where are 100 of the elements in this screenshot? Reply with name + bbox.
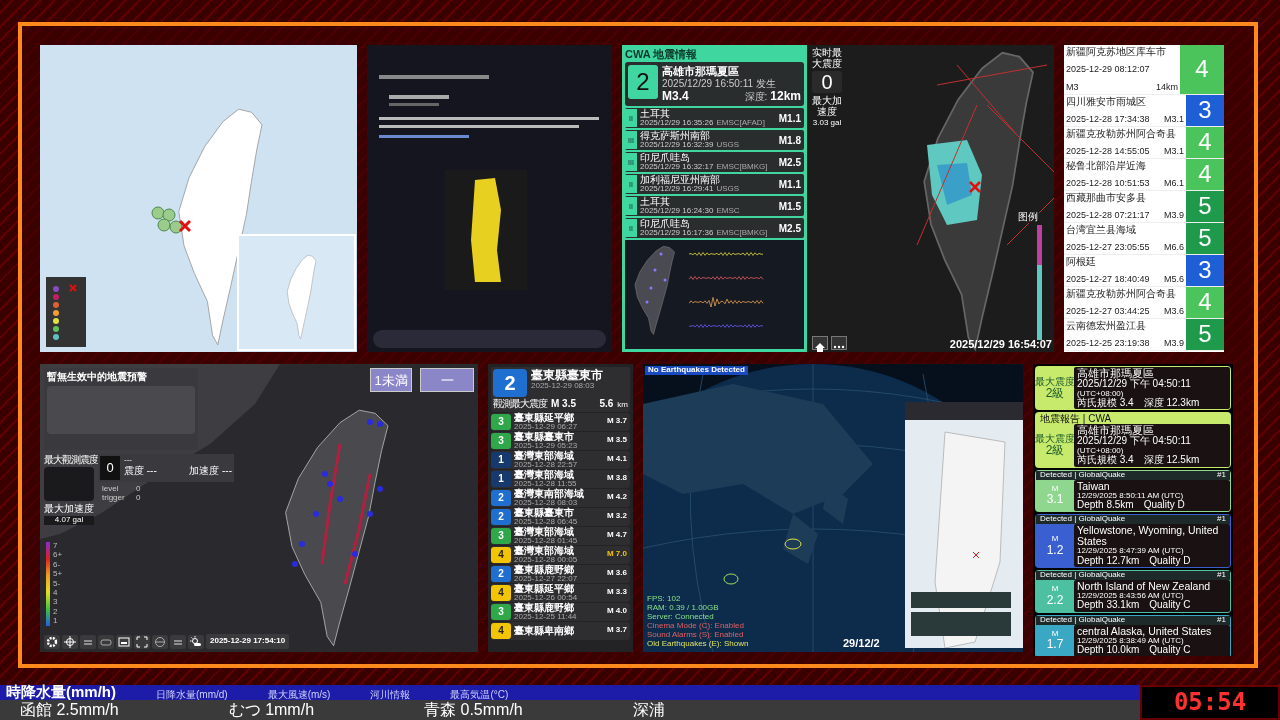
intensity-badge: 4 (491, 622, 511, 639)
toolbar-button[interactable] (44, 634, 60, 649)
quake-row[interactable]: 新疆阿克苏地区库车市 2025-12-29 08:12:07 M3 14km 4 (1064, 45, 1224, 95)
place-text: 臺東縣卑南鄉 (514, 625, 574, 636)
expand-icon (136, 635, 148, 648)
time-text: 2025-12-28 00:05 (514, 555, 578, 564)
time-text: 2025/12/29 16:32:39 (640, 141, 714, 151)
quake-row[interactable]: 4 臺灣東部海域 2025-12-28 00:05 M 7.0 (491, 545, 630, 564)
time-text: 2025-12-27 22:07 (514, 574, 578, 583)
scale-label: 1 (53, 617, 59, 626)
ticker-header[interactable]: 日降水量(mm/d) (156, 689, 228, 700)
intensity-badge: 5 (1186, 223, 1224, 254)
time-text: 2025-12-25 23:19:38 (1066, 339, 1150, 349)
ticker-text: 深浦 (632, 701, 665, 719)
quake-row[interactable]: 新疆克孜勒苏州阿合奇县 2025-12-27 03:44:25 M3.6 4 (1064, 287, 1224, 319)
magnitude-text: M6.6 (1164, 243, 1184, 253)
intensity-badge: 5 (1186, 319, 1224, 350)
magnitude-text: M2.5 (778, 222, 801, 234)
depth-text: 12km (770, 90, 801, 104)
time-text: 2025/12/29 16:29:41 (640, 185, 714, 195)
quake-row[interactable]: 秘鲁北部沿岸近海 2025-12-28 10:51:53 M6.1 4 (1064, 159, 1224, 191)
sun-cloud-icon (190, 635, 202, 648)
intensity-badge: 4 (1186, 159, 1224, 190)
quake-row[interactable]: 1 臺灣東部海域 2025-12-28 22:57 M 4.1 (491, 450, 630, 469)
detail-text: Depth 10.0km Quality C (1077, 645, 1192, 656)
place-text: 新疆克孜勒苏州阿合奇县 (1066, 128, 1177, 139)
place-text: 臺灣東部海域 (514, 450, 574, 461)
magnitude-text: M 3.3 (607, 588, 627, 598)
detail-text: 12/29/2025 8:47:39 AM (UTC) (1077, 547, 1185, 556)
quake-row[interactable]: 4 臺東縣卑南鄉 M 3.7 (491, 621, 630, 640)
home-button[interactable] (812, 336, 828, 350)
observed-box (44, 467, 94, 501)
quake-row[interactable]: 3 臺灣東部海域 2025-12-28 01:45 M 4.7 (491, 526, 630, 545)
intensity-badge: 1 (491, 451, 511, 468)
reply-field[interactable] (373, 330, 606, 348)
accel-label: 加速度 --- (189, 464, 232, 476)
place-text: North Island of New Zealand (1077, 580, 1212, 592)
ticker-header[interactable]: 最高気温(°C) (450, 689, 509, 700)
more-button[interactable] (831, 336, 847, 350)
place-text: 土耳其 (640, 108, 671, 120)
magnitude-text: M3 (1066, 83, 1079, 93)
side-value: 3.1 (1046, 493, 1064, 507)
magnitude-text: M3.4 (662, 90, 689, 104)
time-text: 2025-12-28 11:55 (514, 479, 577, 488)
magnitude-text: M 3.2 (607, 512, 627, 522)
ticker-header[interactable]: 時降水量(mm/h) (6, 683, 116, 700)
source-text: EMSC[BMKG] (716, 163, 768, 173)
magnitude-text: M1.1 (778, 112, 801, 124)
side-value: 2級 (1045, 444, 1065, 458)
quake-row[interactable]: 2 臺灣東南部海域 2025-12-28 08:03 M 4.2 (491, 488, 630, 507)
magnitude-text: M 3.5 (607, 436, 627, 446)
quake-row[interactable]: 2 臺東縣鹿野鄉 2025-12-27 22:07 M 3.6 (491, 564, 630, 583)
place-text: 臺東縣臺東市 (514, 507, 574, 518)
timestamp-text: 2025/12/29 16:54:07 (949, 337, 1052, 350)
ticker-header[interactable]: 河川情報 (370, 689, 411, 700)
epicenter-cross-icon (178, 219, 192, 233)
ticker-header[interactable]: 最大風速(m/s) (267, 689, 331, 700)
count-value: 0 (100, 456, 120, 480)
toolbar-button[interactable] (188, 634, 204, 649)
card-header: Detected | GlobalQuake (1040, 515, 1126, 525)
magnitude-text: M 3.7 (607, 417, 627, 427)
place-text: 阿根廷 (1066, 256, 1097, 267)
side-value: 1.2 (1046, 543, 1064, 557)
side-label: 最大震度 (1035, 376, 1075, 388)
depth-unit: km (617, 401, 628, 410)
quake-row[interactable]: 西藏那曲市安多县 2025-12-28 07:21:17 M3.9 5 (1064, 191, 1224, 223)
quake-row[interactable]: 2 臺東縣臺東市 2025-12-28 06:45 M 3.2 (491, 507, 630, 526)
detail-text: (UTC+08:00) (1077, 446, 1125, 455)
rank-text: #1 (1217, 470, 1226, 480)
quake-row[interactable]: 台湾宜兰县海域 2025-12-27 23:05:55 M6.6 5 (1064, 223, 1224, 255)
quake-row[interactable]: 云南德宏州盈江县 2025-12-25 23:19:38 M3.9 5 (1064, 319, 1224, 351)
card-header: Detected | GlobalQuake (1040, 470, 1126, 480)
quake-row[interactable]: 1 臺灣東部海域 2025-12-28 11:55 M 3.8 (491, 469, 630, 488)
toolbar-button[interactable] (116, 634, 132, 649)
max-accel-value: 4.07 gal (44, 516, 94, 525)
quake-row[interactable]: 四川雅安市雨城区 2025-12-28 17:34:38 M3.1 3 (1064, 95, 1224, 127)
quake-row[interactable]: 4 臺東縣延平鄉 2025-12-26 00:54 M 3.3 (491, 583, 630, 602)
toolbar-button[interactable] (62, 634, 78, 649)
side-value: 2.2 (1046, 593, 1064, 607)
magnitude-text: M2.5 (778, 156, 801, 168)
source-text: EMSC (716, 207, 740, 217)
quake-row[interactable]: 阿根廷 2025-12-27 18:40:49 M5.6 3 (1064, 255, 1224, 287)
time-text: 2025-12-29 06:27 (514, 422, 578, 431)
trigger-value: 0 (136, 493, 142, 503)
source-text: EMSC[AFAD] (716, 119, 765, 129)
detail-text: 芮氏規模 3.4 深度 12.5km (1077, 455, 1201, 466)
ticker-text: 函館 2.5mm/h (20, 701, 119, 719)
legend-title: 图例 (1017, 210, 1039, 223)
detail-text: (UTC+08:00) (1077, 389, 1125, 398)
place-text: 印尼爪哇岛 (640, 218, 690, 230)
quake-row[interactable]: 新疆克孜勒苏州阿合奇县 2025-12-28 14:55:05 M3.1 4 (1064, 127, 1224, 159)
magnitude-text: M 3.5 (551, 398, 576, 409)
quake-row[interactable]: 3 臺東縣鹿野鄉 2025-12-25 11:44 M 4.0 (491, 602, 630, 621)
scale-label: 2 (53, 607, 59, 617)
intensity-markers-drawing (151, 206, 183, 234)
status-line: Sound Alarms (S): Enabled (647, 630, 745, 639)
quake-row[interactable]: 3 臺東縣延平鄉 2025-12-29 06:27 M 3.7 (491, 412, 630, 431)
place-text: 臺東縣臺東市 (531, 369, 603, 383)
intensity-badge: 3 (491, 527, 511, 544)
quake-row[interactable]: 3 臺東縣臺東市 2025-12-29 05:23 M 3.5 (491, 431, 630, 450)
